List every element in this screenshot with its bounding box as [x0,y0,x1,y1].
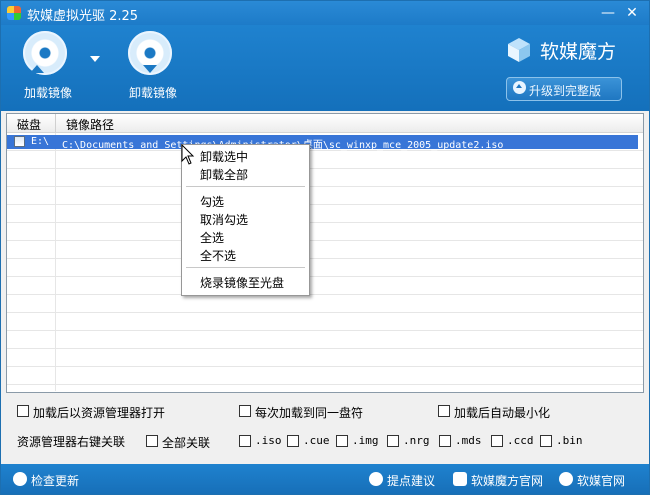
open-in-explorer-label: 加载后以资源管理器打开 [33,406,166,420]
assoc-ccd-label: .ccd [507,434,534,447]
unmount-image-label: 卸载镜像 [129,86,178,100]
assoc-nrg-checkbox[interactable] [387,435,399,447]
brand-logo: 软媒魔方 [506,35,626,65]
column-header-drive[interactable]: 磁盘 [17,116,41,133]
column-header-path[interactable]: 镜像路径 [66,116,114,133]
title-bar[interactable]: 软媒虚拟光驱 2.25 — ✕ [1,1,649,25]
row-drive: E:\ [31,136,50,147]
window-title: 软媒虚拟光驱 2.25 [27,9,139,24]
menu-item-label: 卸载全部 [200,168,249,182]
assoc-nrg-label: .nrg [403,434,430,447]
column-divider[interactable] [55,114,56,132]
assoc-cue-label: .cue [303,434,330,447]
mouse-cursor-icon [181,144,195,165]
menu-item-unmount-selected[interactable]: 卸载选中 [182,147,309,165]
assoc-ccd-checkbox[interactable] [491,435,503,447]
menu-item-label: 卸载选中 [200,150,249,164]
assoc-bin-checkbox[interactable] [540,435,552,447]
down-arrow-icon [143,65,157,73]
assoc-mds-label: .mds [455,434,482,447]
menu-item-label: 取消勾选 [200,213,249,227]
toolbar: 加载镜像 卸载镜像 软媒魔方 升级到完整版 [1,25,649,111]
list-column-line [55,133,56,391]
image-list[interactable]: 磁盘 镜像路径 E:\ C:\Documents and Settings\Ad… [6,113,644,393]
minimize-button[interactable]: — [597,4,619,22]
menu-separator [186,186,305,187]
same-drive-label: 每次加载到同一盘符 [255,406,364,420]
associate-all-label: 全部关联 [162,436,211,450]
mount-image-button[interactable]: 加载镜像 [11,29,75,103]
assoc-mds-checkbox[interactable] [439,435,451,447]
assoc-img-checkbox[interactable] [336,435,348,447]
associate-all-checkbox[interactable] [146,435,158,447]
cube-logo-icon [508,38,530,62]
check-update-label: 检查更新 [31,474,80,488]
close-button[interactable]: ✕ [621,4,643,22]
brand-name: 软媒魔方 [540,41,617,63]
list-row[interactable]: E:\ C:\Documents and Settings\Administra… [7,135,638,151]
upgrade-label: 升级到完整版 [529,84,602,98]
menu-separator [186,267,305,268]
menu-item-select-all[interactable]: 全选 [182,228,309,246]
mofang-site-label: 软媒魔方官网 [471,474,544,488]
assoc-iso-checkbox[interactable] [239,435,251,447]
menu-item-unmount-all[interactable]: 卸载全部 [182,165,309,183]
main-window: 软媒虚拟光驱 2.25 — ✕ 加载镜像 卸载镜像 软媒魔方 升级到完整版 磁盘… [0,0,650,495]
same-drive-checkbox[interactable] [239,405,251,417]
assoc-iso-label: .iso [255,434,282,447]
mount-dropdown-icon[interactable] [90,56,100,62]
menu-item-label: 全不选 [200,249,237,263]
auto-minimize-label: 加载后自动最小化 [454,406,551,420]
menu-item-label: 全选 [200,231,225,245]
feedback-icon [369,472,383,486]
open-in-explorer-checkbox[interactable] [17,405,29,417]
cube-logo-icon [453,472,467,486]
upgrade-arrow-icon [513,81,526,94]
menu-item-uncheck[interactable]: 取消勾选 [182,210,309,228]
context-menu: 卸载选中 卸载全部 勾选 取消勾选 全选 全不选 烧录镜像至光盘 [181,144,310,296]
assoc-cue-checkbox[interactable] [287,435,299,447]
associations-label: 资源管理器右键关联 [17,435,126,449]
menu-item-burn-disc[interactable]: 烧录镜像至光盘 [182,273,309,291]
assoc-bin-label: .bin [556,434,583,447]
upgrade-button[interactable]: 升级到完整版 [506,77,622,101]
ruanmei-site-label: 软媒官网 [577,474,626,488]
menu-item-label: 勾选 [200,195,225,209]
mount-image-label: 加载镜像 [24,86,73,100]
status-bar: 检查更新 提点建议 软媒魔方官网 软媒官网 [1,464,649,494]
update-arrow-icon [13,472,27,486]
feedback-label: 提点建议 [387,474,436,488]
main-panel: 磁盘 镜像路径 E:\ C:\Documents and Settings\Ad… [1,111,649,464]
assoc-img-label: .img [352,434,379,447]
row-checkbox[interactable] [14,136,25,147]
list-header: 磁盘 镜像路径 [7,114,643,133]
ruanmei-logo-icon [559,472,573,486]
menu-item-select-none[interactable]: 全不选 [182,246,309,264]
up-arrow-icon [30,65,44,73]
auto-minimize-checkbox[interactable] [438,405,450,417]
unmount-image-button[interactable]: 卸载镜像 [116,29,180,103]
app-icon [7,6,21,20]
menu-item-label: 烧录镜像至光盘 [200,276,285,290]
menu-item-check[interactable]: 勾选 [182,192,309,210]
list-grid [7,133,643,391]
